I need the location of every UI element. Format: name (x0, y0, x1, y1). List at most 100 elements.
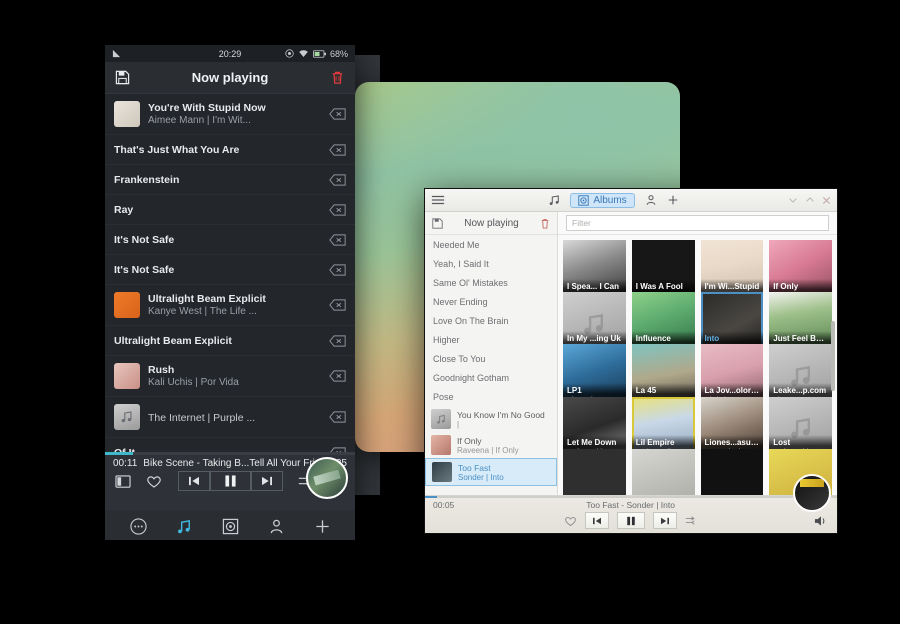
remove-icon[interactable] (329, 108, 346, 120)
track-title: If Only (457, 435, 482, 446)
album-art (114, 292, 140, 318)
music-note-icon[interactable] (548, 194, 560, 206)
favorite-icon[interactable] (146, 474, 162, 489)
list-item[interactable]: It's Not Safe (105, 255, 355, 285)
track-subtitle: Raveena | If Only (457, 445, 519, 455)
list-item[interactable]: Higher (425, 330, 557, 349)
now-playing-album-art[interactable] (793, 474, 831, 512)
list-item[interactable]: Yeah, I Said It (425, 254, 557, 273)
album-card[interactable] (563, 448, 626, 495)
remove-icon[interactable] (329, 263, 346, 276)
pause-button[interactable] (209, 471, 251, 491)
tablet-main-panel[interactable]: Filter I Spea... I Can Laura Marling I W… (558, 212, 837, 495)
album-card[interactable] (631, 448, 695, 495)
tablet-sidebar[interactable]: Now playing Needed Me Yeah, I Said It Sa… (425, 212, 558, 495)
list-item[interactable]: Never Ending (425, 292, 557, 311)
progress-bar[interactable] (425, 496, 837, 498)
track-subtitle: Kanye West | The Life ... (148, 306, 257, 317)
previous-button[interactable] (585, 512, 609, 529)
album-grid[interactable]: I Spea... I Can Laura Marling I Was A Fo… (558, 235, 837, 495)
minimize-icon[interactable] (788, 196, 798, 204)
album-card[interactable] (700, 448, 764, 495)
queue-icon[interactable] (115, 474, 131, 489)
list-item[interactable]: Love On The Brain (425, 311, 557, 330)
volume-icon[interactable] (814, 515, 827, 527)
list-item[interactable]: The Internet | Purple ... (105, 397, 355, 438)
tablet-window[interactable]: Albums Now playing Needed Me Yeah, I Sai… (424, 188, 838, 534)
elapsed-time: 00:05 (433, 500, 455, 510)
next-button[interactable] (250, 471, 283, 491)
maximize-icon[interactable] (805, 196, 815, 204)
next-button[interactable] (653, 512, 677, 529)
album-art (431, 435, 451, 455)
album-art-placeholder (431, 409, 451, 429)
phone-queue-list[interactable]: You're With Stupid Now Aimee Mann | I'm … (105, 94, 355, 452)
tab-albums[interactable]: Albums (570, 192, 635, 208)
tablet-title-bar[interactable]: Albums (425, 189, 837, 212)
list-item[interactable]: Ultralight Beam Explicit Kanye West | Th… (105, 285, 355, 326)
phone-tab-bar[interactable] (105, 510, 355, 540)
artist-icon[interactable] (645, 194, 657, 206)
list-item[interactable]: If Only Raveena | If Only (425, 432, 557, 458)
album-title: Into (704, 333, 720, 343)
grid-scrollbar[interactable] (831, 321, 835, 391)
artist-icon[interactable] (268, 518, 285, 535)
list-item[interactable]: That's Just What You Are (105, 135, 355, 165)
remove-icon[interactable] (329, 411, 346, 423)
remove-icon[interactable] (329, 370, 346, 382)
sidebar-title: Now playing (464, 217, 519, 229)
music-note-icon[interactable] (176, 518, 193, 535)
list-item[interactable]: Pose (425, 387, 557, 406)
list-item[interactable]: Close To You (425, 349, 557, 368)
list-item[interactable]: Goodnight Gotham (425, 368, 557, 387)
trash-icon[interactable] (330, 70, 345, 85)
list-item[interactable]: You're With Stupid Now Aimee Mann | I'm … (105, 94, 355, 135)
album-title: Let Me Down (567, 438, 617, 448)
pause-button[interactable] (617, 512, 645, 529)
list-item[interactable]: Ray (105, 195, 355, 225)
list-item[interactable]: Same Ol' Mistakes (425, 273, 557, 292)
phone-player-bar: 00:11 Bike Scene - Taking B...Tell All Y… (105, 455, 355, 510)
previous-button[interactable] (177, 471, 210, 491)
track-title: That's Just What You Are (114, 143, 240, 156)
track-subtitle: Kali Uchis | Por Vida (148, 377, 239, 388)
desktop-background: Ridin Rou Kali Uchis K Ultralight Kanye … (0, 0, 900, 624)
remove-icon[interactable] (329, 143, 346, 156)
remove-icon[interactable] (329, 173, 346, 186)
tab-label: Albums (593, 194, 627, 206)
shuffle-icon[interactable] (685, 515, 698, 526)
filter-bar: Filter (558, 212, 837, 235)
remove-icon[interactable] (329, 203, 346, 216)
track-subtitle: The Internet | Purple ... (148, 411, 256, 424)
add-icon[interactable] (667, 194, 679, 206)
track-title: You're With Stupid Now (148, 102, 266, 114)
list-item[interactable]: Needed Me (425, 235, 557, 254)
phone-window[interactable]: 20:29 68% Now playing You're With Stupid… (105, 45, 355, 540)
save-icon[interactable] (115, 70, 130, 85)
list-item[interactable]: Of It (105, 438, 355, 452)
list-item[interactable]: Frankenstein (105, 165, 355, 195)
hamburger-icon[interactable] (431, 194, 445, 206)
album-icon[interactable] (222, 518, 239, 535)
favorite-icon[interactable] (564, 515, 577, 527)
list-item[interactable]: Rush Kali Uchis | Por Vida (105, 356, 355, 397)
trash-icon[interactable] (540, 218, 550, 229)
remove-icon[interactable] (329, 299, 346, 311)
progress-fill (425, 496, 438, 498)
list-item-selected[interactable]: Too Fast Sonder | Into (425, 458, 557, 486)
save-icon[interactable] (432, 217, 443, 229)
cast-icon (285, 49, 294, 58)
album-title: La Jov...olores (704, 386, 760, 396)
remove-icon[interactable] (329, 233, 346, 246)
remove-icon[interactable] (329, 334, 346, 347)
sidebar-track-list[interactable]: Needed Me Yeah, I Said It Same Ol' Mista… (425, 235, 557, 495)
close-icon[interactable] (822, 196, 831, 205)
list-item[interactable]: Ultralight Beam Explicit (105, 326, 355, 356)
list-item[interactable]: You Know I'm No Good | (425, 406, 557, 432)
now-playing-album-art[interactable] (306, 457, 348, 499)
list-item[interactable]: It's Not Safe (105, 225, 355, 255)
add-icon[interactable] (314, 518, 331, 535)
album-title: Influence (635, 333, 671, 343)
search-input[interactable]: Filter (566, 215, 829, 231)
more-icon[interactable] (129, 518, 147, 535)
